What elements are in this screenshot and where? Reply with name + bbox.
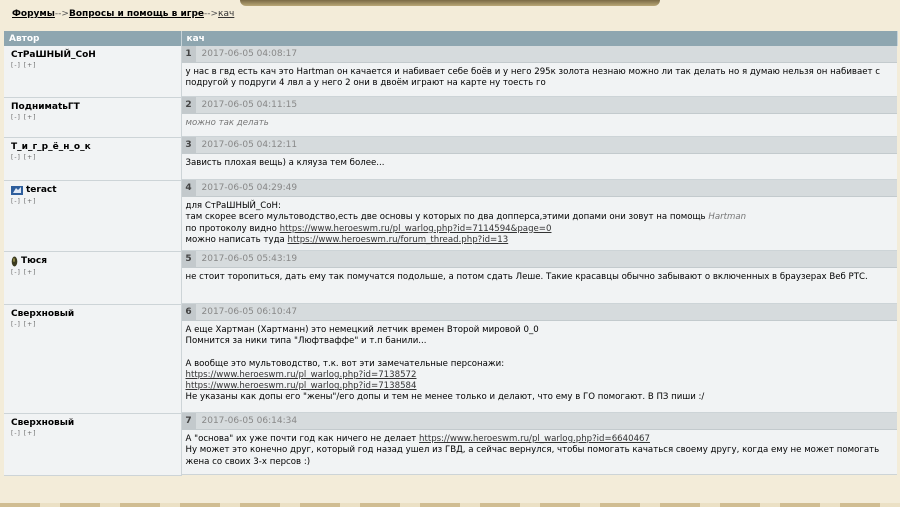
post-header: 3 2017-06-05 04:12:11 [181, 137, 897, 154]
post-text: можно так делать [185, 118, 269, 128]
post-header: 7 2017-06-05 06:14:34 [181, 413, 897, 430]
author-link[interactable]: СтРаШНЫЙ_СоН [11, 50, 96, 60]
post-body: можно так делать [181, 114, 897, 137]
post-collapse-controls[interactable]: [-] [+] [11, 62, 175, 69]
post-line: Не указаны как допы его "жены"/его допы … [185, 392, 705, 403]
post-body: у нас в гвд есть кач это Hartman он кача… [181, 63, 897, 97]
post-date: 2017-06-05 05:43:19 [201, 254, 298, 264]
post-author-cell: ПоднимаtьГТ [-] [+] [4, 97, 182, 138]
post-line: А еще Хартман (Хартманн) это немецкий ле… [185, 325, 539, 335]
breadcrumb-separator: --> [204, 9, 219, 19]
post-author-cell: Т_и_г_р_ё_н_о_к [-] [+] [4, 137, 182, 181]
post-line: для СтРаШНЫЙ_СоН: [185, 201, 281, 211]
post-text: не стоит торопиться, дать ему так помуча… [185, 272, 868, 282]
post-line: по протоколу видно https://www.heroeswm.… [185, 223, 552, 234]
post-collapse-controls[interactable]: [-] [+] [11, 321, 175, 328]
post-header: 5 2017-06-05 05:43:19 [181, 251, 897, 268]
post-body: А еще Хартман (Хартманн) это немецкий ле… [181, 321, 897, 413]
post-text: Зависть плохая вещь) а кляуза тем более.… [185, 158, 385, 168]
forum-thread-link[interactable]: https://www.heroeswm.ru/forum_thread.php… [288, 235, 509, 245]
author-link[interactable]: Т_и_г_р_ё_н_о_к [11, 142, 91, 152]
cat-emblem-icon [11, 185, 23, 195]
post-header: 1 2017-06-05 04:08:17 [181, 46, 897, 63]
post-collapse-controls[interactable]: [-] [+] [11, 114, 175, 121]
author-column-header: Автор [4, 31, 182, 46]
post-line: А "основа" их уже почти год как ничего н… [185, 434, 651, 444]
post-number[interactable]: 7 [181, 413, 196, 429]
warlog-link[interactable]: https://www.heroeswm.ru/pl_warlog.php?id… [186, 370, 417, 380]
bottom-decoration [0, 503, 900, 507]
post-body: для СтРаШНЫЙ_СоН: там скорее всего мульт… [181, 197, 897, 251]
post-author-cell: СтРаШНЫЙ_СоН [-] [+] [4, 46, 182, 98]
author-link[interactable]: teract [26, 185, 57, 195]
post-line: там скорее всего мультоводство,есть две … [185, 212, 747, 223]
topic-column-header: кач [181, 31, 898, 46]
post-collapse-controls[interactable]: [-] [+] [11, 430, 175, 437]
post-row: Сверхновый [-] [+] 6 2017-06-05 06:10:47 [4, 304, 897, 414]
post-collapse-controls[interactable]: [-] [+] [11, 198, 175, 205]
mentioned-player: Hartman [708, 212, 747, 223]
post-header: 4 2017-06-05 04:29:49 [181, 180, 897, 197]
post-row: ПоднимаtьГТ [-] [+] 2 2017-06-05 04:11:15 [4, 97, 897, 138]
top-decoration [240, 0, 660, 6]
breadcrumb-section-link[interactable]: Вопросы и помощь в игре [69, 9, 204, 19]
post-header: 6 2017-06-05 06:10:47 [181, 304, 897, 321]
post-date: 2017-06-05 04:08:17 [201, 49, 298, 59]
post-number[interactable]: 6 [181, 304, 196, 320]
post-author-cell: Сверхновый [-] [+] [4, 304, 182, 414]
post-date: 2017-06-05 04:11:15 [201, 100, 298, 110]
table-header-row: Автор кач [4, 31, 898, 46]
post-number[interactable]: 2 [181, 97, 196, 113]
breadcrumb-separator: --> [54, 9, 69, 19]
post-line: Помнится за ники типа "Люфтваффе" и т.п … [185, 336, 427, 347]
post-number[interactable]: 3 [181, 137, 196, 153]
post-collapse-controls[interactable]: [-] [+] [11, 154, 175, 161]
warlog-link[interactable]: https://www.heroeswm.ru/pl_warlog.php?id… [280, 224, 552, 234]
post-row: Сверхновый [-] [+] 7 2017-06-05 06:14:34 [4, 413, 897, 476]
post-collapse-controls[interactable]: [-] [+] [11, 269, 175, 276]
post-number[interactable]: 1 [181, 46, 196, 62]
breadcrumb-forums-link[interactable]: Форумы [12, 9, 55, 19]
bean-emblem-icon [11, 256, 18, 266]
breadcrumb: Форумы-->Вопросы и помощь в игре-->кач [12, 9, 234, 19]
post-date: 2017-06-05 04:12:11 [201, 140, 298, 150]
author-link[interactable]: Сверхновый [11, 418, 74, 428]
breadcrumb-topic-link[interactable]: кач [218, 9, 234, 19]
post-author-cell: teract [-] [+] [4, 180, 182, 252]
post-row: СтРаШНЫЙ_СоН [-] [+] 1 2017-06-05 04:08:1… [4, 46, 897, 98]
forum-thread-table: Автор кач СтРаШНЫЙ_СоН [-] [+] 1 2017-06-… [4, 31, 898, 476]
post-author-cell: Сверхновый [-] [+] [4, 413, 182, 476]
post-date: 2017-06-05 06:10:47 [201, 307, 298, 317]
post-line: можно написать туда https://www.heroeswm… [185, 234, 509, 245]
post-body: А "основа" их уже почти год как ничего н… [181, 430, 897, 475]
post-row: teract [-] [+] 4 2017-06-05 04:29:49 [4, 180, 897, 252]
post-header: 2 2017-06-05 04:11:15 [181, 97, 897, 114]
post-row: Тюся [-] [+] 5 2017-06-05 05:43:19 [4, 251, 897, 305]
warlog-link[interactable]: https://www.heroeswm.ru/pl_warlog.php?id… [186, 381, 417, 391]
post-row: Т_и_г_р_ё_н_о_к [-] [+] 3 2017-06-05 04:1… [4, 137, 897, 181]
author-link[interactable]: Тюся [21, 256, 47, 266]
post-number[interactable]: 5 [181, 251, 196, 267]
post-author-cell: Тюся [-] [+] [4, 251, 182, 305]
post-number[interactable]: 4 [181, 180, 196, 196]
post-text: у нас в гвд есть кач это Hartman он кача… [185, 67, 881, 89]
warlog-link[interactable]: https://www.heroeswm.ru/pl_warlog.php?id… [419, 434, 650, 444]
author-link[interactable]: ПоднимаtьГТ [11, 102, 80, 112]
post-line: Ну может это конечно друг, который год н… [185, 445, 880, 467]
post-date: 2017-06-05 06:14:34 [201, 416, 298, 426]
post-body: Зависть плохая вещь) а кляуза тем более.… [181, 154, 897, 180]
author-link[interactable]: Сверхновый [11, 309, 74, 319]
post-line: А вообще это мультоводство, т.к. вот эти… [185, 358, 505, 369]
post-date: 2017-06-05 04:29:49 [201, 183, 298, 193]
post-body: не стоит торопиться, дать ему так помуча… [181, 268, 897, 304]
